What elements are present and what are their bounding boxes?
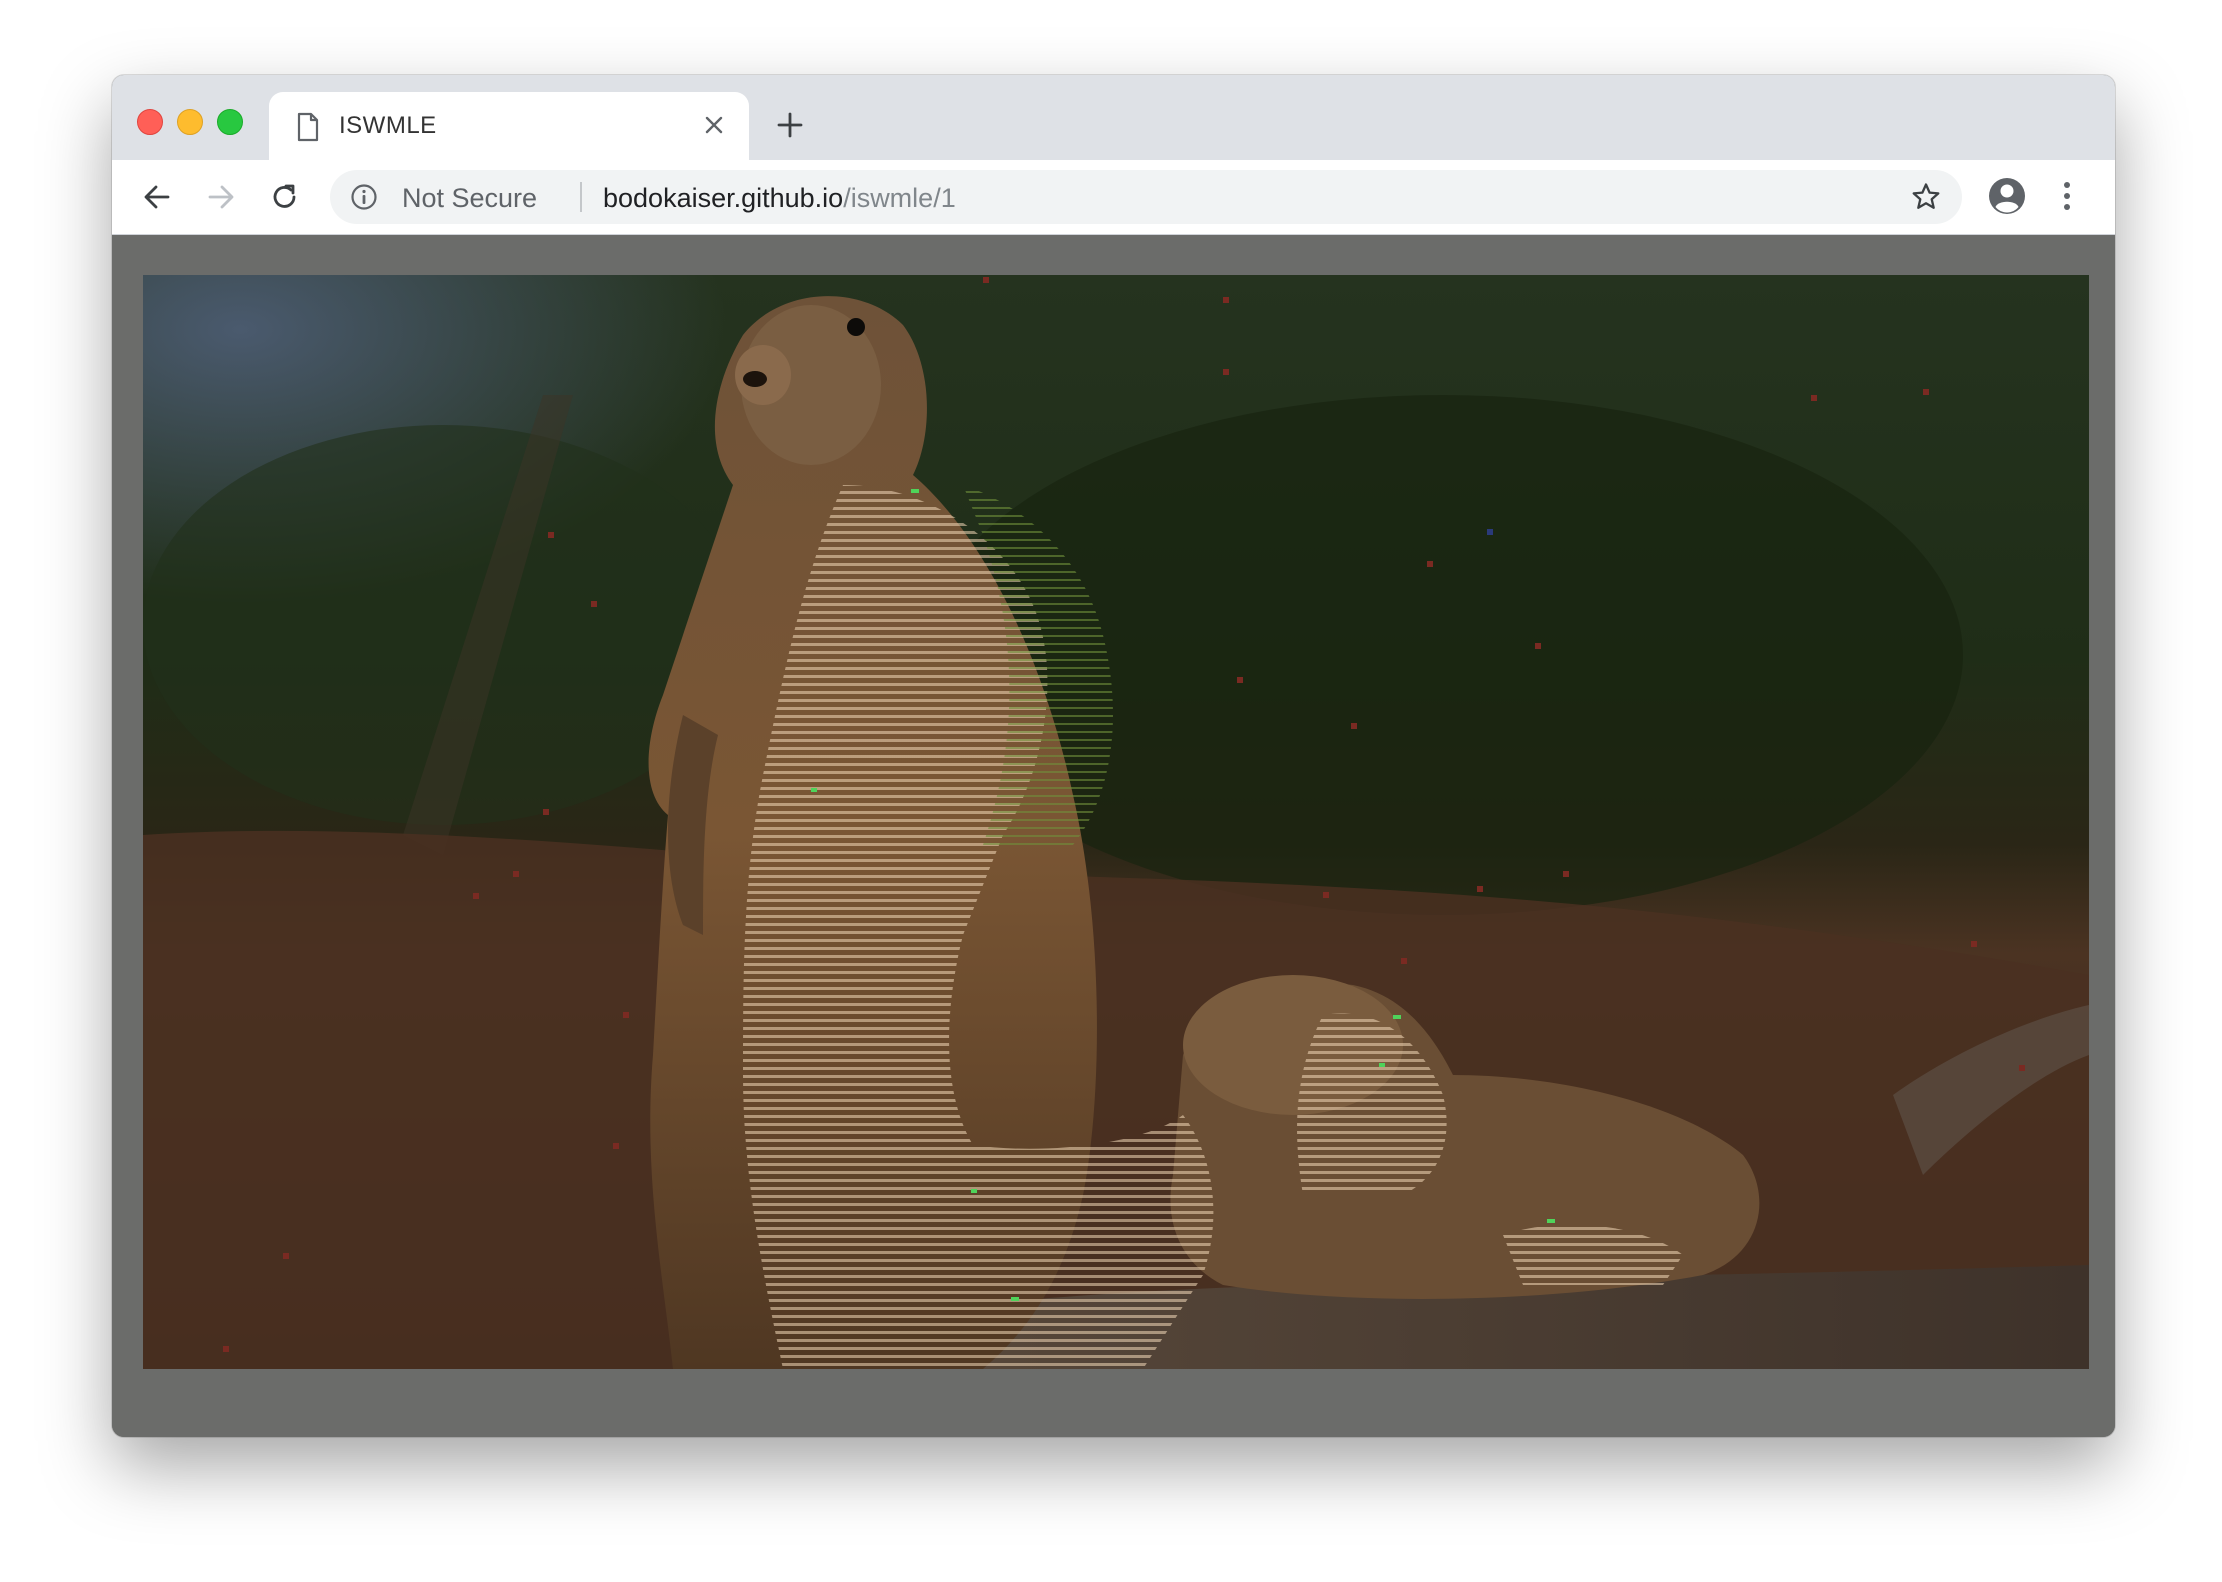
tab-active[interactable]: ISWMLE xyxy=(269,92,749,160)
maximize-window-button[interactable] xyxy=(217,109,243,135)
arrow-right-icon xyxy=(208,185,234,209)
tab-strip: ISWMLE xyxy=(112,75,2115,160)
reload-icon xyxy=(273,184,296,208)
reload-button[interactable] xyxy=(265,177,305,217)
new-tab-button[interactable] xyxy=(772,107,808,143)
back-button[interactable] xyxy=(137,177,177,217)
url-text[interactable]: bodokaiser.github.io/iswmle/1 xyxy=(603,183,956,214)
arrow-left-icon xyxy=(144,185,170,209)
forward-button[interactable] xyxy=(201,177,241,217)
profile-icon[interactable] xyxy=(1987,176,2027,216)
page-content xyxy=(112,235,2115,1437)
tab-close-button[interactable] xyxy=(697,108,731,142)
photo-rendering xyxy=(143,275,2089,1369)
minimize-window-button[interactable] xyxy=(177,109,203,135)
tab-title: ISWMLE xyxy=(339,112,437,139)
more-vert-icon[interactable] xyxy=(2057,176,2077,216)
security-label[interactable]: Not Secure xyxy=(402,183,537,214)
info-icon[interactable] xyxy=(350,183,378,211)
browser-window: ISWMLE Not Secure bodokaiser.github.io/i… xyxy=(112,75,2115,1437)
url-path: /iswmle/1 xyxy=(843,183,956,213)
close-window-button[interactable] xyxy=(137,109,163,135)
document-icon xyxy=(297,112,319,142)
url-host: bodokaiser.github.io xyxy=(603,183,844,213)
browser-toolbar: Not Secure bodokaiser.github.io/iswmle/1 xyxy=(112,160,2115,235)
address-divider xyxy=(580,182,582,212)
prairie-dog-image xyxy=(143,275,2089,1369)
plus-icon xyxy=(777,112,803,138)
address-bar[interactable]: Not Secure bodokaiser.github.io/iswmle/1 xyxy=(330,170,1962,224)
bookmark-star-icon[interactable] xyxy=(1910,181,1942,213)
close-icon xyxy=(705,116,723,134)
